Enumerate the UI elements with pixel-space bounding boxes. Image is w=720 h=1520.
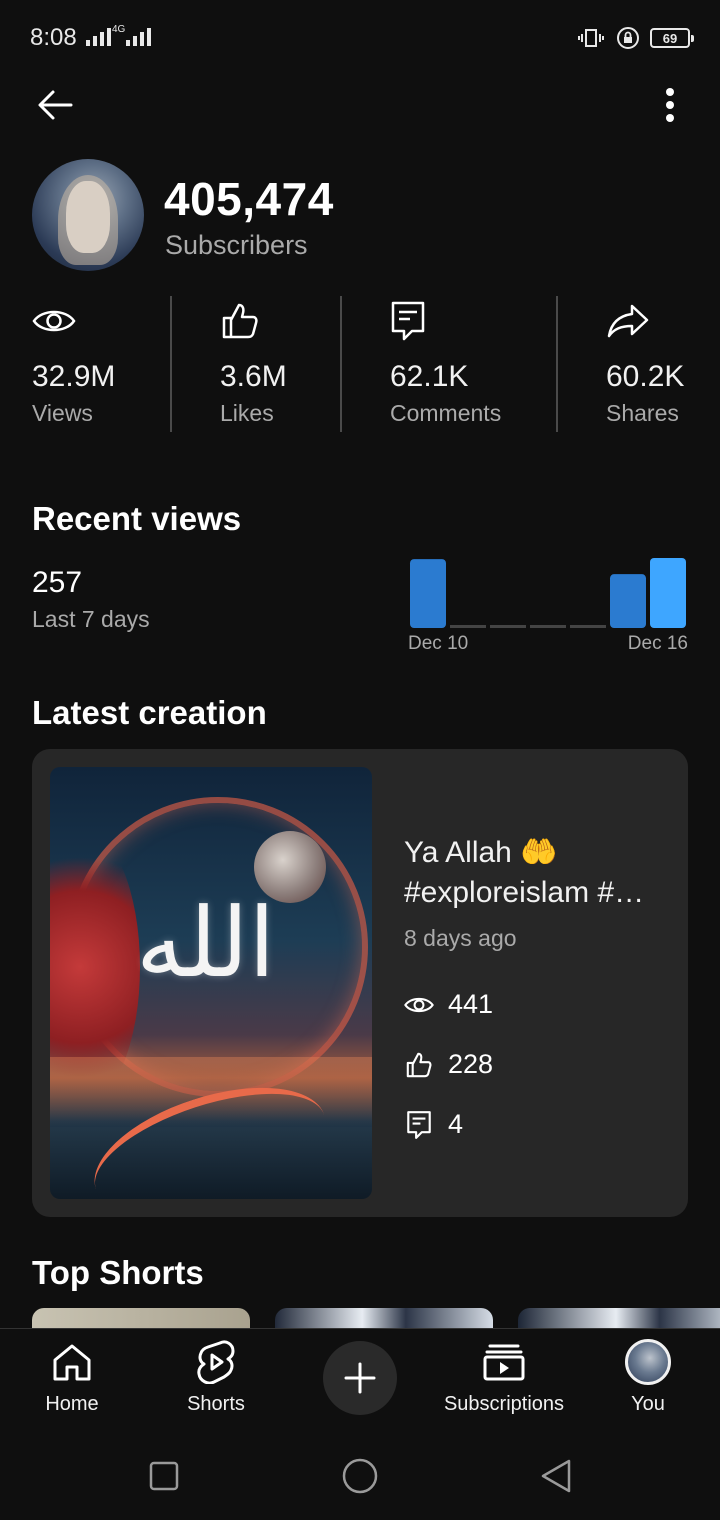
signal-icon [86, 28, 111, 46]
stat-views-label: Views [32, 400, 93, 426]
video-comments: 4 [404, 1109, 463, 1140]
triangle-back-icon [541, 1459, 571, 1493]
comment-icon [391, 301, 425, 341]
latest-creation-heading: Latest creation [32, 694, 267, 731]
stat-likes-label: Likes [220, 400, 274, 426]
stat-comments[interactable]: 62.1K Comments [390, 296, 501, 432]
video-likes-value: 228 [448, 1049, 494, 1079]
chart-bar-dec-11[interactable] [450, 625, 486, 628]
chart-bar-dec-12[interactable] [490, 625, 526, 628]
stat-divider [556, 296, 558, 432]
stat-divider [340, 296, 342, 432]
chart-x-start-label: Dec 10 [408, 633, 469, 654]
video-likes: 228 [404, 1049, 493, 1080]
status-time: 8:08 [30, 24, 77, 51]
recent-views-period: Last 7 days [32, 606, 150, 632]
comment-icon [407, 1110, 431, 1139]
chart-bar-dec-16[interactable] [650, 558, 686, 628]
circle-icon [342, 1458, 378, 1494]
video-title-line-2: #exploreislam #… [404, 876, 645, 909]
video-age: 8 days ago [404, 925, 517, 951]
chart-bar-dec-10[interactable] [410, 559, 446, 628]
back-button[interactable] [30, 80, 80, 130]
recent-views-heading: Recent views [32, 500, 242, 537]
chart-bar-dec-13[interactable] [530, 625, 566, 628]
eye-icon [404, 997, 434, 1012]
home-icon [53, 1344, 91, 1381]
channel-avatar[interactable] [32, 159, 144, 271]
top-shorts-heading: Top Shorts [32, 1254, 204, 1291]
stat-comments-label: Comments [390, 400, 502, 426]
thumbs-up-icon [222, 303, 258, 339]
top-shorts-row [0, 1308, 720, 1330]
status-bar: 8:08 4G 69 [0, 0, 720, 78]
system-navigation-bar [0, 1438, 720, 1520]
short-thumbnail[interactable] [275, 1308, 493, 1330]
more-options-button[interactable] [646, 80, 694, 130]
create-button[interactable] [323, 1341, 397, 1415]
stat-likes-value: 3.6M [220, 360, 287, 393]
stat-divider [170, 296, 172, 432]
nav-home[interactable]: Home [40, 1339, 104, 1416]
nav-you-label: You [631, 1393, 665, 1415]
video-thumbnail[interactable]: الله [50, 767, 372, 1199]
bottom-navigation: Home Shorts Subscriptions You [0, 1328, 720, 1438]
chart-bar-dec-15[interactable] [610, 574, 646, 628]
battery-level: 69 [662, 30, 678, 46]
video-views-value: 441 [448, 989, 494, 1019]
shorts-icon [197, 1340, 235, 1384]
nav-you[interactable]: You [620, 1339, 676, 1416]
short-thumbnail[interactable] [32, 1308, 250, 1330]
stat-shares[interactable]: 60.2K Shares [606, 296, 684, 432]
nav-subscriptions[interactable]: Subscriptions [440, 1339, 568, 1416]
stat-views[interactable]: 32.9M Views [32, 296, 115, 432]
chart-x-end-label: Dec 16 [627, 633, 688, 654]
battery-icon: 69 [650, 28, 694, 48]
subscriber-count: 405,474 [164, 173, 334, 225]
eye-icon [32, 310, 76, 332]
recent-apps-button[interactable] [144, 1456, 184, 1496]
vibrate-icon [578, 29, 604, 47]
more-vertical-icon [666, 88, 674, 122]
video-comments-value: 4 [448, 1109, 464, 1139]
chart-bar-dec-14[interactable] [570, 625, 606, 628]
video-title[interactable]: Ya Allah 🤲 #exploreislam #… [404, 833, 672, 913]
rotation-lock-icon [617, 27, 639, 49]
stat-views-value: 32.9M [32, 360, 116, 393]
latest-creation-card[interactable]: الله Ya Allah 🤲 #exploreislam #… 8 days … [32, 749, 688, 1217]
thumbnail-calligraphy: الله [136, 887, 276, 999]
back-system-button[interactable] [536, 1456, 576, 1496]
video-views: 441 [404, 989, 493, 1020]
arrow-left-icon [38, 90, 73, 120]
short-thumbnail[interactable] [518, 1308, 720, 1330]
nav-shorts[interactable]: Shorts [180, 1339, 252, 1416]
video-title-line-1: Ya Allah 🤲 [404, 836, 558, 869]
signal-icon-2 [126, 28, 151, 46]
stat-comments-value: 62.1K [390, 360, 469, 393]
stat-shares-label: Shares [606, 400, 679, 426]
home-system-button[interactable] [340, 1456, 380, 1496]
stat-likes[interactable]: 3.6M Likes [220, 296, 287, 432]
square-icon [149, 1461, 179, 1491]
nav-home-label: Home [45, 1393, 99, 1415]
recent-views-value: 257 [32, 566, 83, 599]
share-icon [607, 304, 649, 338]
subscriptions-icon [483, 1344, 525, 1381]
recent-views-chart[interactable] [408, 556, 688, 628]
plus-icon [344, 1362, 376, 1394]
subscriber-label: Subscribers [165, 230, 308, 260]
nav-subscriptions-label: Subscriptions [443, 1393, 565, 1415]
nav-shorts-label: Shorts [187, 1393, 245, 1415]
network-type: 4G [112, 24, 126, 35]
user-avatar [625, 1339, 671, 1385]
thumbs-up-icon [406, 1052, 432, 1077]
stat-shares-value: 60.2K [606, 360, 685, 393]
